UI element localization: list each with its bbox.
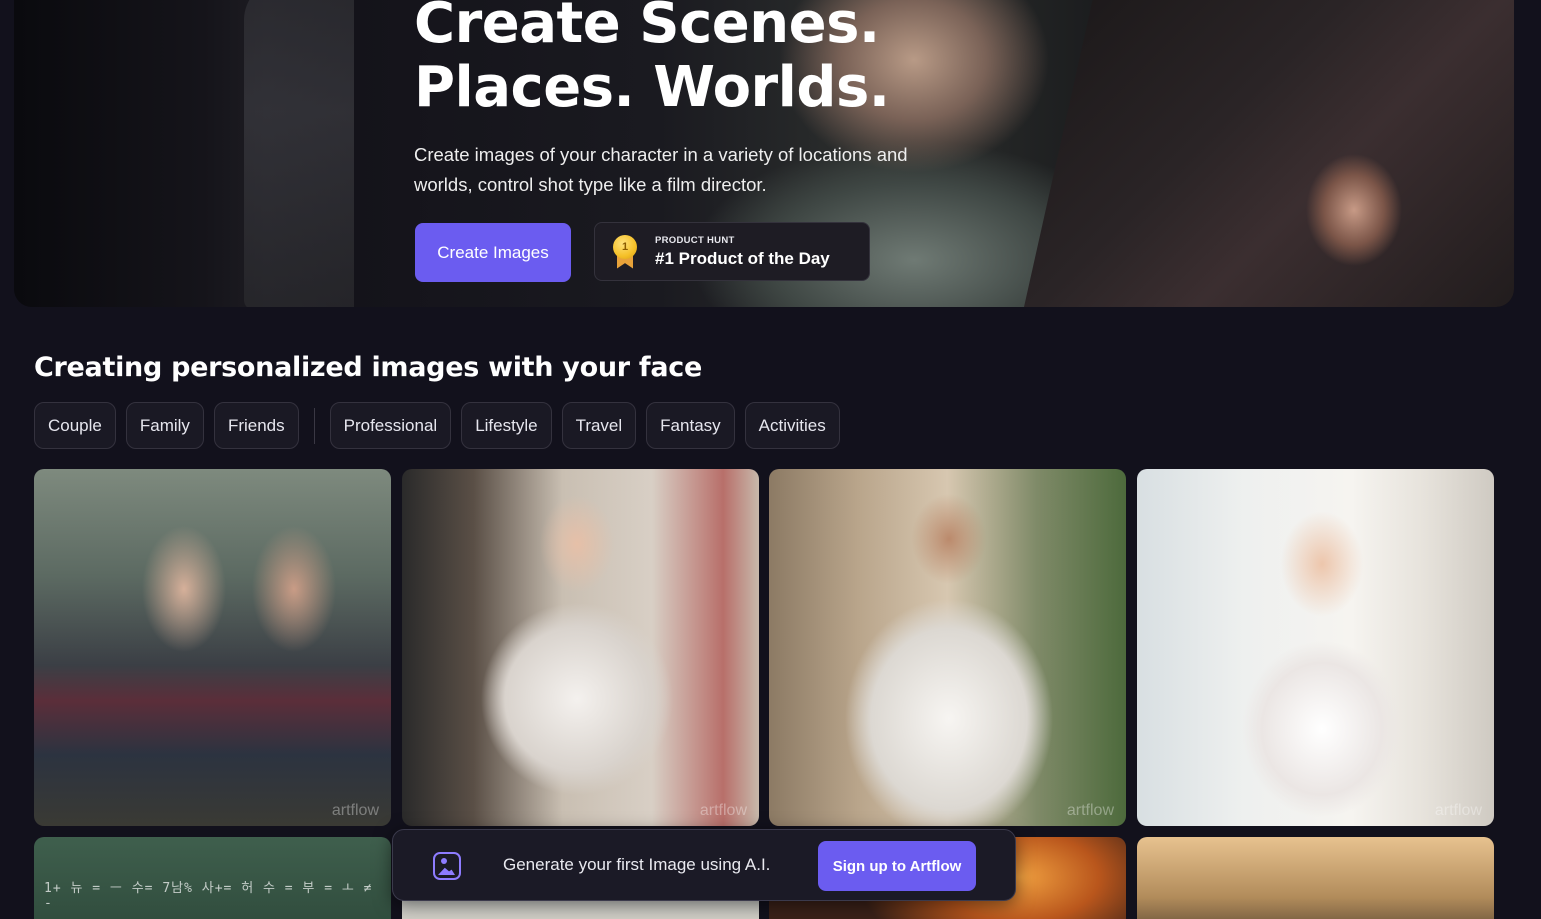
chip-family[interactable]: Family (125, 402, 204, 449)
badge-label-small: PRODUCT HUNT (655, 234, 735, 246)
gallery-image-forest[interactable] (1137, 837, 1494, 919)
watermark: artflow (1066, 802, 1114, 819)
create-images-button[interactable]: Create Images (415, 223, 571, 282)
badge-text: PRODUCT HUNT #1 Product of the Day (655, 235, 830, 269)
hero-figure-silhouette (244, 0, 364, 307)
chip-couple[interactable]: Couple (34, 402, 116, 449)
hero-title-line2: Places. Worlds. (414, 55, 890, 120)
hero-banner: Create Scenes. Places. Worlds. Create im… (14, 0, 1514, 307)
category-chips: Couple Family Friends Professional Lifes… (34, 402, 850, 449)
watermark: artflow (331, 802, 379, 819)
chip-professional[interactable]: Professional (329, 402, 452, 449)
image-icon-mountain (438, 867, 455, 875)
gallery-image-man-white-suit[interactable]: artflow (769, 469, 1126, 826)
medal-coin: 1 (613, 234, 637, 259)
chip-lifestyle[interactable]: Lifestyle (461, 402, 552, 449)
chip-travel[interactable]: Travel (561, 402, 637, 449)
chip-activities[interactable]: Activities (744, 402, 840, 449)
image-icon (433, 852, 461, 880)
signup-text: Generate your first Image using A.I. (503, 855, 771, 874)
watermark: artflow (1434, 802, 1482, 819)
signup-banner: Generate your first Image using A.I. Sig… (392, 829, 1016, 901)
product-hunt-badge[interactable]: 1 PRODUCT HUNT #1 Product of the Day (594, 222, 870, 281)
watermark: artflow (699, 802, 747, 819)
chip-fantasy[interactable]: Fantasy (646, 402, 735, 449)
sign-up-button[interactable]: Sign up to Artflow (818, 841, 976, 891)
chip-friends[interactable]: Friends (213, 402, 299, 449)
hero-image-portrait (1264, 150, 1444, 307)
chip-divider (313, 407, 315, 444)
medal-icon: 1 (611, 234, 639, 269)
chalkboard-text: 1+ 뉴 = ㅡ 수= 7남% 사+= 허 수 = 부 = ㅗ ≠ - (44, 881, 373, 911)
badge-label-big: #1 Product of the Day (655, 248, 830, 268)
gallery-image-zombie-couple[interactable]: artflow (34, 469, 391, 826)
gallery-image-woman-kitchen[interactable]: artflow (1137, 469, 1494, 826)
image-icon-sun (441, 858, 447, 864)
section-title: Creating personalized images with your f… (34, 352, 702, 383)
gallery-image-chalkboard[interactable]: 1+ 뉴 = ㅡ 수= 7남% 사+= 허 수 = 부 = ㅗ ≠ - (34, 837, 391, 919)
hero-subtitle: Create images of your character in a var… (414, 144, 908, 195)
hero-title-line1: Create Scenes. (414, 0, 880, 56)
gallery-image-young-man-desk[interactable]: artflow (402, 469, 759, 826)
hero-title: Create Scenes. Places. Worlds. (414, 0, 934, 120)
